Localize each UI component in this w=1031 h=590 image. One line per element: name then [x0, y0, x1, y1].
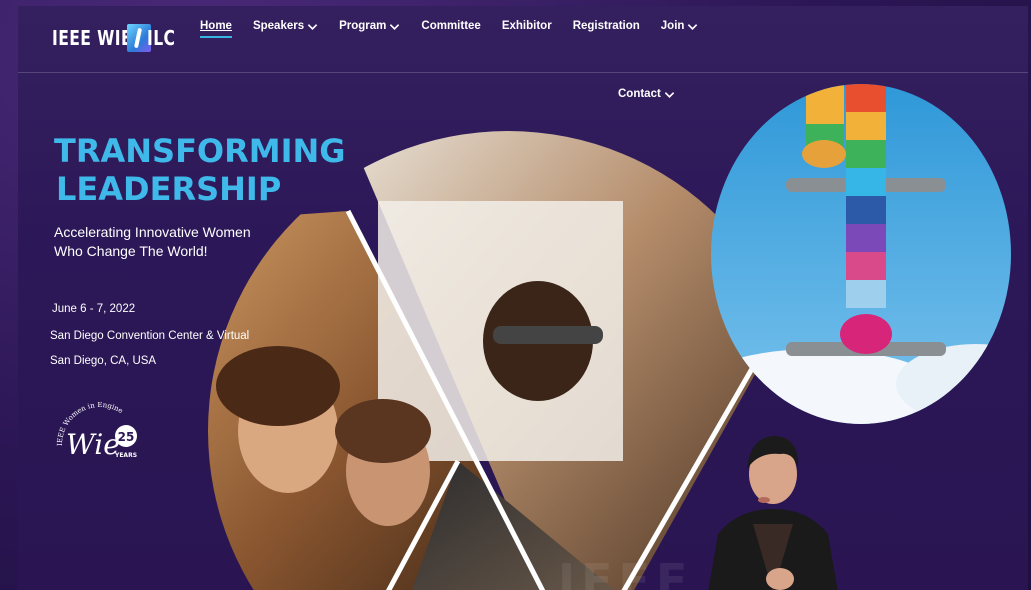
- background-watermark: IEEE: [558, 554, 694, 590]
- nav-exhibitor[interactable]: Exhibitor: [502, 20, 552, 32]
- hero-title: TRANSFORMING LEADERSHIP: [54, 132, 346, 208]
- hero-subtitle: Accelerating Innovative Women Who Change…: [54, 223, 274, 261]
- nav-committee[interactable]: Committee: [421, 20, 480, 32]
- nav-join-label: Join: [660, 20, 685, 32]
- nav-registration[interactable]: Registration: [573, 20, 640, 32]
- main-nav: Home Speakers Program Committee Exhibito…: [200, 20, 719, 38]
- event-date: June 6 - 7, 2022: [52, 303, 136, 315]
- nav-home[interactable]: Home: [200, 20, 232, 38]
- hero-title-line2: LEADERSHIP: [56, 170, 282, 208]
- chevron-down-icon: [390, 23, 400, 30]
- nav-speakers[interactable]: Speakers: [253, 20, 318, 32]
- nav-exhibitor-label: Exhibitor: [501, 20, 552, 32]
- nav-contact-label: Contact: [618, 88, 661, 100]
- nav-speakers-label: Speakers: [252, 20, 305, 32]
- hero-subtitle-line1: Accelerating Innovative Women: [54, 224, 251, 240]
- nav-home-label: Home: [200, 20, 232, 32]
- nav-committee-label: Committee: [421, 20, 481, 32]
- logo-text-left: IEEE WIE: [52, 26, 132, 50]
- nav-program[interactable]: Program: [339, 20, 400, 32]
- badge-number: 25: [118, 430, 135, 444]
- nav-join[interactable]: Join: [661, 20, 699, 32]
- badge-wordmark: Wie: [66, 428, 120, 461]
- nav-program-label: Program: [339, 20, 387, 32]
- chevron-down-icon: [664, 91, 675, 98]
- event-city: San Diego, CA, USA: [50, 355, 157, 367]
- nav-contact[interactable]: Contact: [618, 88, 675, 100]
- event-venue: San Diego Convention Center & Virtual: [50, 330, 250, 342]
- landing-page: IEEE WIE ILC Home Speakers Program Commi…: [18, 6, 1028, 590]
- wie-25-years-logo: IEEE Women in Engineering Wie 25 YEARS: [52, 402, 137, 461]
- nav-registration-label: Registration: [572, 20, 640, 32]
- hero-photo-speaker: [708, 436, 838, 590]
- logo-text-right: ILC: [146, 26, 175, 50]
- chevron-down-icon: [688, 23, 698, 30]
- hero-photo-rainbow-socks: [711, 84, 1011, 424]
- hero-subtitle-line2: Who Change The World!: [54, 243, 208, 259]
- hero-title-line1: TRANSFORMING: [54, 132, 346, 170]
- site-logo[interactable]: IEEE WIE ILC: [52, 22, 183, 54]
- top-navbar: IEEE WIE ILC Home Speakers Program Commi…: [18, 6, 1028, 73]
- badge-years: YEARS: [114, 452, 137, 459]
- chevron-down-icon: [307, 23, 318, 30]
